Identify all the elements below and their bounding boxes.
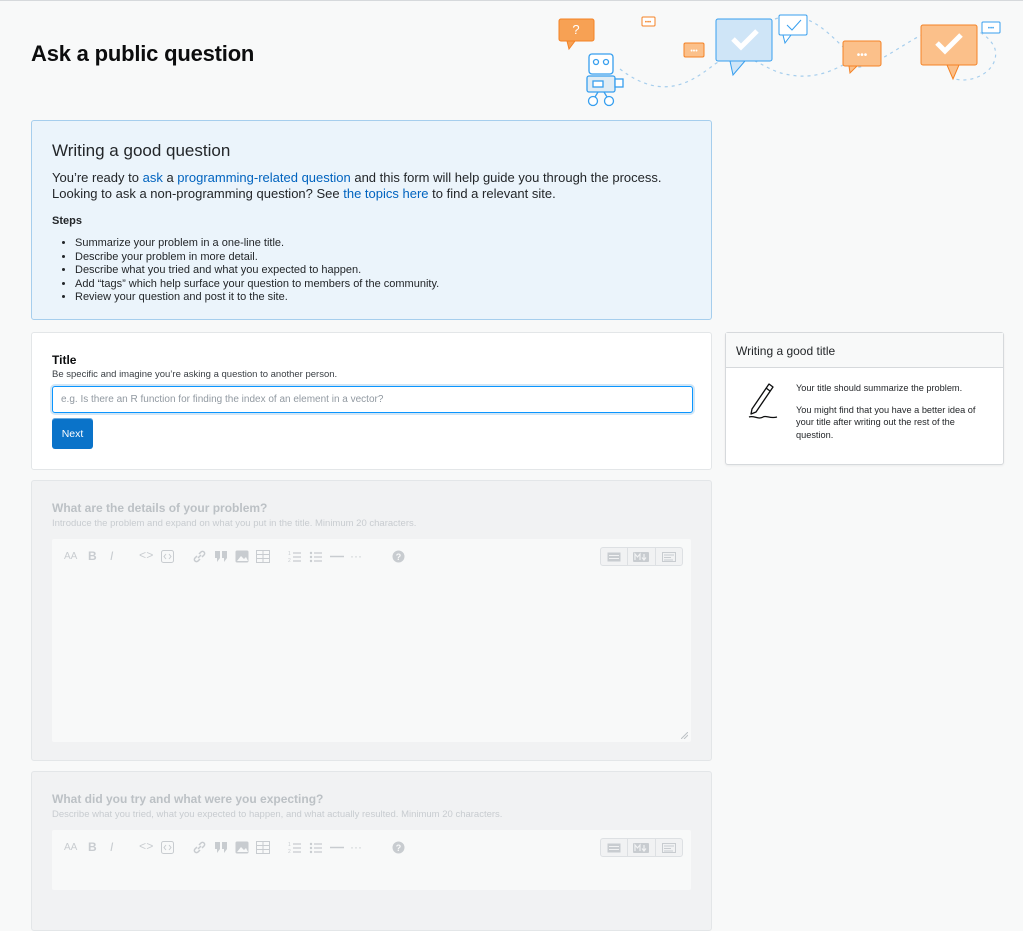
bold-icon[interactable]: B — [88, 550, 97, 563]
image-icon[interactable] — [235, 550, 249, 563]
rich-text-mode-icon[interactable] — [601, 839, 629, 856]
notice-line-2: Looking to ask a non-programming questio… — [52, 186, 556, 201]
svg-text:•••: ••• — [988, 26, 994, 32]
tried-editor[interactable]: AA B I <> 12 ··· ? — [52, 830, 691, 890]
code-block-icon[interactable] — [161, 841, 174, 854]
list-item: Summarize your problem in a one-line tit… — [75, 237, 691, 251]
table-icon[interactable] — [256, 550, 270, 563]
editor-toolbar: AA B I <> 12 ··· ? — [52, 539, 691, 575]
title-help-text-1: Your title should summarize the problem. — [796, 383, 963, 393]
more-icon[interactable]: ··· — [350, 550, 362, 563]
svg-text:?: ? — [396, 552, 402, 562]
svg-text:•••: ••• — [690, 48, 698, 55]
svg-text:2: 2 — [288, 849, 291, 854]
svg-text:1: 1 — [288, 842, 291, 848]
question-bubble-icon: ? — [558, 18, 595, 51]
italic-icon[interactable]: I — [110, 550, 113, 563]
robot-icon — [586, 53, 624, 107]
editor-mode-toggle — [600, 547, 683, 566]
quote-icon[interactable] — [214, 550, 228, 563]
notice-heading: Writing a good question — [52, 141, 231, 160]
page-title: Ask a public question — [31, 41, 255, 66]
svg-text:•••: ••• — [857, 50, 868, 61]
horizontal-rule-icon[interactable] — [330, 550, 344, 563]
topics-link[interactable]: the topics here — [343, 186, 428, 201]
table-icon[interactable] — [256, 841, 270, 854]
details-section: What are the details of your problem? In… — [31, 480, 712, 761]
svg-text:1: 1 — [288, 551, 291, 557]
header-illustration: ? ••• ••• ••• ••• — [558, 14, 1001, 107]
help-icon[interactable]: ? — [392, 550, 405, 563]
horizontal-rule-icon[interactable] — [330, 841, 344, 854]
pencil-icon — [748, 383, 778, 419]
link-icon[interactable] — [193, 550, 206, 563]
list-item: Describe your problem in more detail. — [75, 251, 691, 265]
rich-text-mode-icon[interactable] — [601, 548, 629, 565]
title-input[interactable] — [52, 386, 693, 413]
notice-line-1: You’re ready to ask a programming-relate… — [52, 170, 662, 185]
writing-guide-notice: Writing a good question You’re ready to … — [31, 120, 712, 320]
preview-mode-icon[interactable] — [656, 839, 682, 856]
list-item: Describe what you tried and what you exp… — [75, 264, 691, 278]
ordered-list-icon[interactable]: 12 — [288, 841, 301, 854]
code-icon[interactable]: <> — [139, 550, 153, 563]
list-item: Review your question and post it to the … — [75, 291, 691, 305]
title-description: Be specific and imagine you’re asking a … — [52, 369, 338, 380]
tried-label: What did you try and what were you expec… — [52, 792, 324, 806]
markdown-mode-icon[interactable] — [628, 839, 656, 856]
ask-link[interactable]: ask — [143, 170, 163, 185]
steps-title: Steps — [52, 215, 82, 227]
resize-handle-icon[interactable] — [681, 732, 688, 739]
help-icon[interactable]: ? — [392, 841, 405, 854]
link-icon[interactable] — [193, 841, 206, 854]
details-description: Introduce the problem and expand on what… — [52, 518, 417, 529]
check-bubble-icon — [715, 18, 773, 77]
tried-section: What did you try and what were you expec… — [31, 771, 712, 931]
check-bubble-icon — [920, 24, 978, 81]
ordered-list-icon[interactable]: 12 — [288, 550, 301, 563]
svg-text:2: 2 — [288, 558, 291, 563]
italic-icon[interactable]: I — [110, 841, 113, 854]
svg-text:?: ? — [396, 843, 402, 853]
next-button[interactable]: Next — [52, 418, 93, 449]
unordered-list-icon[interactable] — [309, 841, 322, 854]
chat-bubble-icon: ••• — [683, 42, 705, 58]
tried-description: Describe what you tried, what you expect… — [52, 809, 503, 820]
more-icon[interactable]: ··· — [350, 841, 362, 854]
details-editor[interactable]: AA B I <> 12 ··· ? — [52, 539, 691, 742]
title-section: Title Be specific and imagine you’re ask… — [31, 332, 712, 470]
preview-mode-icon[interactable] — [656, 548, 682, 565]
text-size-icon[interactable]: AA — [64, 841, 77, 854]
quote-icon[interactable] — [214, 841, 228, 854]
steps-list: Summarize your problem in a one-line tit… — [52, 237, 691, 305]
list-item: Add “tags” which help surface your quest… — [75, 278, 691, 292]
editor-mode-toggle — [600, 838, 683, 857]
unordered-list-icon[interactable] — [309, 550, 322, 563]
markdown-mode-icon[interactable] — [628, 548, 656, 565]
code-block-icon[interactable] — [161, 550, 174, 563]
svg-text:?: ? — [572, 22, 579, 37]
code-icon[interactable]: <> — [139, 841, 153, 854]
programming-question-link[interactable]: programming-related question — [177, 170, 350, 185]
bold-icon[interactable]: B — [88, 841, 97, 854]
editor-toolbar: AA B I <> 12 ··· ? — [52, 830, 691, 866]
chat-bubble-icon: ••• — [842, 40, 882, 75]
svg-text:•••: ••• — [645, 20, 651, 26]
details-label: What are the details of your problem? — [52, 501, 268, 515]
title-help-heading: Writing a good title — [726, 333, 1003, 368]
text-size-icon[interactable]: AA — [64, 550, 77, 563]
title-help-text-2: You might find that you have a better id… — [796, 404, 976, 440]
image-icon[interactable] — [235, 841, 249, 854]
title-label: Title — [52, 353, 77, 367]
title-help-panel: Writing a good title Your title should s… — [725, 332, 1004, 465]
